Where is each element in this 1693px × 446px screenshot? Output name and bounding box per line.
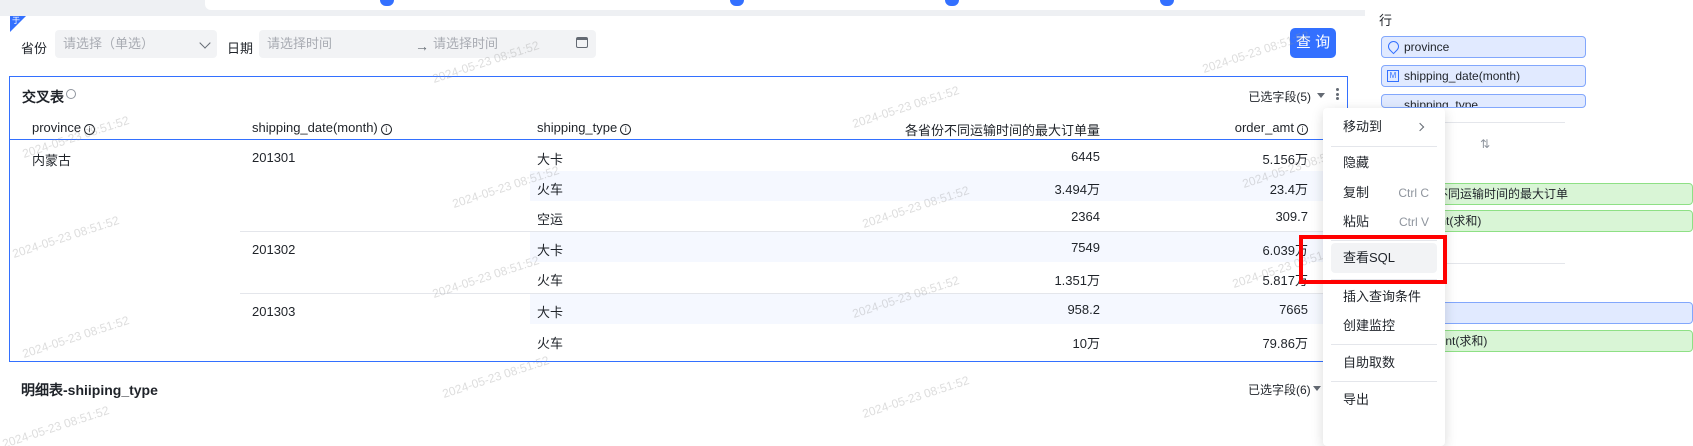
- menu-divider: [1331, 381, 1437, 382]
- copy-shortcut: Ctrl C: [1398, 186, 1429, 200]
- table-row[interactable]: 火车 3.494万 23.4万: [530, 171, 1347, 201]
- metric-field-order-amt[interactable]: mt(求和): [1425, 210, 1693, 232]
- menu-item-copy[interactable]: 复制 Ctrl C: [1331, 178, 1437, 208]
- metric-field-point[interactable]: oint(求和): [1425, 330, 1693, 352]
- caret-down-icon[interactable]: [1313, 386, 1321, 391]
- row-field-shipping-type[interactable]: shipping_type: [1381, 94, 1586, 108]
- table-header: province i shipping_date(month) i shipping…: [10, 113, 1347, 140]
- menu-item-create-monitor[interactable]: 创建监控: [1331, 311, 1437, 341]
- table-row[interactable]: 火车 10万 79.86万: [530, 325, 1347, 355]
- link-icon[interactable]: [63, 86, 79, 102]
- column-header-max-orders[interactable]: 各省份不同运输时间的最大订单量: [890, 120, 1100, 139]
- chart-marker: [945, 0, 959, 6]
- chevron-right-icon: [1415, 122, 1425, 132]
- menu-item-auto-fetch[interactable]: 自助取数: [1331, 348, 1437, 378]
- row-field-shipping-date[interactable]: M shipping_date(month): [1381, 65, 1586, 87]
- column-header-order-amt[interactable]: order_amt i: [1160, 120, 1308, 135]
- caret-down-icon[interactable]: [1317, 93, 1325, 98]
- metric-field-max-orders[interactable]: 不同运输时间的最大订单: [1425, 183, 1693, 205]
- selected-fields-dropdown[interactable]: 已选字段(5): [1248, 88, 1311, 105]
- column-header-shipping-date[interactable]: shipping_date(month) i: [252, 120, 392, 135]
- menu-item-insert-condition[interactable]: 插入查询条件: [1331, 282, 1437, 312]
- date-start-placeholder: 请选择时间: [267, 36, 333, 51]
- chart-marker: [380, 0, 394, 6]
- menu-item-paste[interactable]: 粘贴 Ctrl V: [1331, 207, 1437, 237]
- row-field-province[interactable]: province: [1381, 36, 1586, 58]
- rows-section-title: 行: [1379, 13, 1393, 28]
- province-filter-label: 省份: [21, 41, 48, 56]
- chart-marker: [730, 0, 744, 6]
- top-chart-card: [205, 0, 1445, 10]
- column-header-shipping-type[interactable]: shipping_type i: [537, 120, 632, 135]
- chart-marker: [1160, 0, 1174, 6]
- paste-shortcut: Ctrl V: [1399, 215, 1429, 229]
- column-header-province[interactable]: province i: [32, 120, 96, 135]
- table-row[interactable]: 空运 2364 309.7: [530, 201, 1347, 231]
- arrow-right-icon: →: [415, 38, 429, 54]
- table-row[interactable]: 大卡 6445 5.156万: [530, 141, 1347, 171]
- province-select-placeholder: 请选择（单选）: [63, 36, 155, 51]
- filter-corner-tag: 于: [10, 16, 26, 32]
- date-cell: 201303: [252, 304, 296, 319]
- query-button[interactable]: 查 询: [1290, 28, 1336, 58]
- sort-icon[interactable]: ⇅: [1480, 137, 1490, 151]
- info-icon[interactable]: i: [84, 124, 96, 135]
- date-cell: 201301: [252, 150, 296, 165]
- info-icon[interactable]: i: [380, 124, 392, 135]
- more-icon[interactable]: [1336, 88, 1339, 100]
- column-field-dimension[interactable]: e: [1425, 302, 1693, 324]
- date-end-placeholder: 请选择时间: [433, 36, 499, 51]
- table-row[interactable]: 大卡 7549 6.039万: [530, 232, 1347, 262]
- info-icon[interactable]: i: [620, 124, 632, 135]
- date-cell: 201302: [252, 242, 296, 257]
- menu-item-export[interactable]: 导出: [1331, 385, 1437, 415]
- month-icon: M: [1387, 70, 1399, 82]
- menu-divider: [1331, 146, 1437, 147]
- cross-table-title: 交叉表: [22, 89, 64, 105]
- menu-item-move-to[interactable]: 移动到: [1331, 112, 1437, 142]
- menu-item-hide[interactable]: 隐藏: [1331, 148, 1437, 178]
- date-filter-label: 日期: [227, 41, 254, 56]
- calendar-icon: [576, 37, 588, 48]
- info-icon[interactable]: i: [1297, 124, 1308, 135]
- table-row[interactable]: 大卡 958.2 7665: [530, 294, 1347, 324]
- detail-selected-fields-dropdown[interactable]: 已选字段(6): [1248, 381, 1311, 398]
- chevron-down-icon: [199, 37, 211, 49]
- location-icon: [1385, 38, 1402, 55]
- province-cell: 内蒙古: [32, 153, 72, 168]
- province-select[interactable]: 请选择（单选）: [55, 30, 217, 58]
- highlight-annotation-box: [1299, 235, 1447, 284]
- detail-table-title: 明细表-shiiping_type: [21, 382, 158, 398]
- filter-bar: [10, 16, 1442, 72]
- menu-divider: [1331, 344, 1437, 345]
- cross-table-card[interactable]: 交叉表 已选字段(5) province i shipping_date(mont…: [9, 76, 1348, 362]
- table-row[interactable]: 火车 1.351万 5.817万: [530, 262, 1347, 292]
